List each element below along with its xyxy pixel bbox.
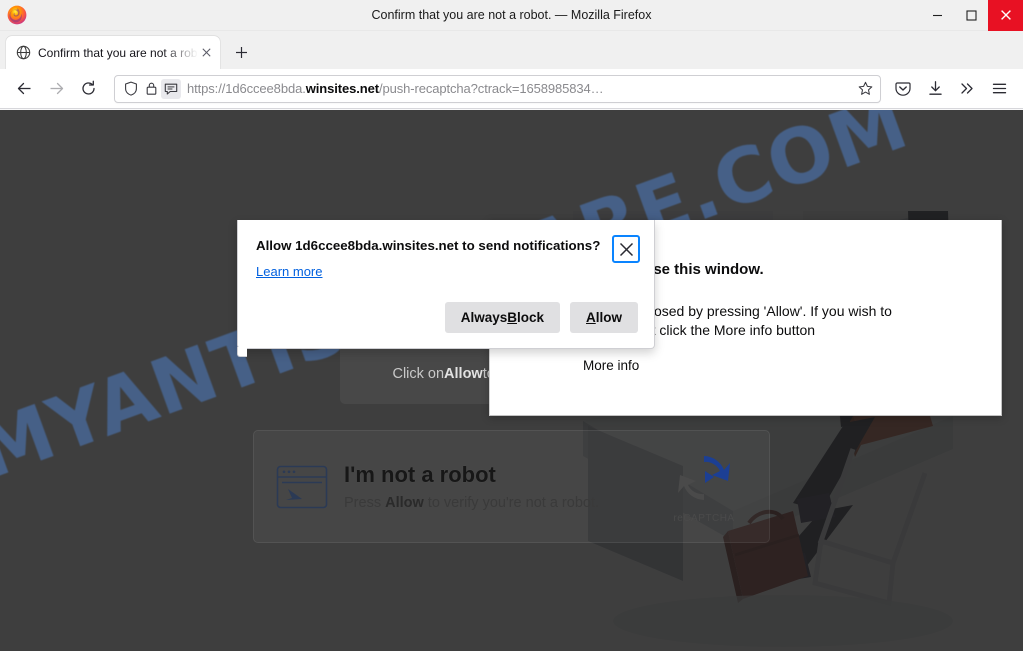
lock-icon[interactable] bbox=[141, 79, 161, 99]
allow-accesskey: A bbox=[586, 310, 596, 325]
url-text: https://1d6ccee8bda.winsites.net/push-re… bbox=[187, 81, 854, 96]
recaptcha-label: reCAPTCHA bbox=[673, 512, 735, 524]
recaptcha-icon bbox=[678, 455, 730, 500]
robot-sub-pre: Press bbox=[344, 494, 386, 511]
robot-card-title: I'm not a robot bbox=[344, 462, 496, 488]
learn-more-link[interactable]: Learn more bbox=[256, 264, 322, 279]
permission-popup-buttons: Always Block Allow bbox=[444, 302, 638, 333]
verify-text-pre: Click on bbox=[392, 366, 445, 382]
always-block-label-pre: Always bbox=[460, 310, 508, 325]
robot-sub-post: to verify you're not a robot. bbox=[423, 494, 600, 511]
title-bar: Confirm that you are not a robot. — Mozi… bbox=[0, 0, 1023, 31]
minimize-button[interactable] bbox=[920, 0, 954, 31]
hamburger-menu-icon[interactable] bbox=[983, 74, 1015, 104]
notification-permission-icon[interactable] bbox=[161, 78, 181, 99]
always-block-accesskey: B bbox=[507, 310, 517, 325]
maximize-button[interactable] bbox=[954, 0, 988, 31]
always-block-button[interactable]: Always Block bbox=[444, 302, 560, 333]
tab-active[interactable]: Confirm that you are not a robot. bbox=[6, 36, 220, 69]
url-host: winsites.net bbox=[305, 81, 379, 96]
pocket-icon[interactable] bbox=[887, 74, 919, 104]
downloads-icon[interactable] bbox=[919, 74, 951, 104]
url-scheme: https:// bbox=[187, 81, 226, 96]
robot-card-subtitle: Press Allow to verify you're not a robot… bbox=[344, 495, 651, 511]
robot-sub-bold: Allow bbox=[385, 494, 424, 511]
back-button[interactable] bbox=[8, 74, 40, 104]
tab-close-icon[interactable] bbox=[198, 45, 214, 61]
shield-icon[interactable] bbox=[121, 79, 141, 99]
window-controls bbox=[920, 0, 1023, 31]
globe-icon bbox=[16, 45, 31, 60]
toolbar-right-buttons bbox=[887, 74, 1015, 104]
recaptcha-badge: reCAPTCHA bbox=[661, 450, 747, 524]
tab-strip: Confirm that you are not a robot. bbox=[0, 31, 1023, 69]
navigation-toolbar: https://1d6ccee8bda.winsites.net/push-re… bbox=[0, 69, 1023, 109]
url-path: /push-recaptcha?ctrack=1658985834… bbox=[378, 81, 604, 96]
allow-button[interactable]: Allow bbox=[570, 302, 638, 333]
overflow-chevron-icon[interactable] bbox=[951, 74, 983, 104]
notification-permission-popup: Allow 1d6ccee8bda.winsites.net to send n… bbox=[237, 220, 655, 357]
browser-window: Confirm that you are not a robot. — Mozi… bbox=[0, 0, 1023, 651]
popup-tail bbox=[237, 347, 247, 357]
reload-button[interactable] bbox=[72, 74, 104, 104]
url-bar[interactable]: https://1d6ccee8bda.winsites.net/push-re… bbox=[114, 74, 881, 103]
permission-popup-title: Allow 1d6ccee8bda.winsites.net to send n… bbox=[256, 238, 601, 253]
window-title: Confirm that you are not a robot. — Mozi… bbox=[371, 7, 652, 22]
forward-button[interactable] bbox=[40, 74, 72, 104]
always-block-label-post: lock bbox=[516, 310, 544, 325]
url-subdomain: 1d6ccee8bda. bbox=[225, 81, 306, 96]
verify-text-bold: Allow bbox=[444, 366, 483, 382]
close-icon[interactable] bbox=[612, 235, 640, 263]
browser-window-cursor-icon bbox=[276, 465, 328, 509]
tab-title: Confirm that you are not a robot. bbox=[38, 45, 198, 60]
bookmark-star-icon[interactable] bbox=[854, 78, 876, 100]
close-button[interactable] bbox=[988, 0, 1023, 31]
new-tab-button[interactable] bbox=[226, 37, 256, 67]
robot-card: I'm not a robot Press Allow to verify yo… bbox=[253, 430, 770, 543]
more-info-button[interactable]: More info bbox=[583, 358, 639, 373]
firefox-logo-icon bbox=[6, 4, 28, 26]
allow-label-post: llow bbox=[595, 310, 622, 325]
page-viewport: MYANTISPYWARE.COM Click on Allow to veri… bbox=[0, 110, 1023, 651]
robot-card-text: I'm not a robot Press Allow to verify yo… bbox=[344, 462, 651, 510]
